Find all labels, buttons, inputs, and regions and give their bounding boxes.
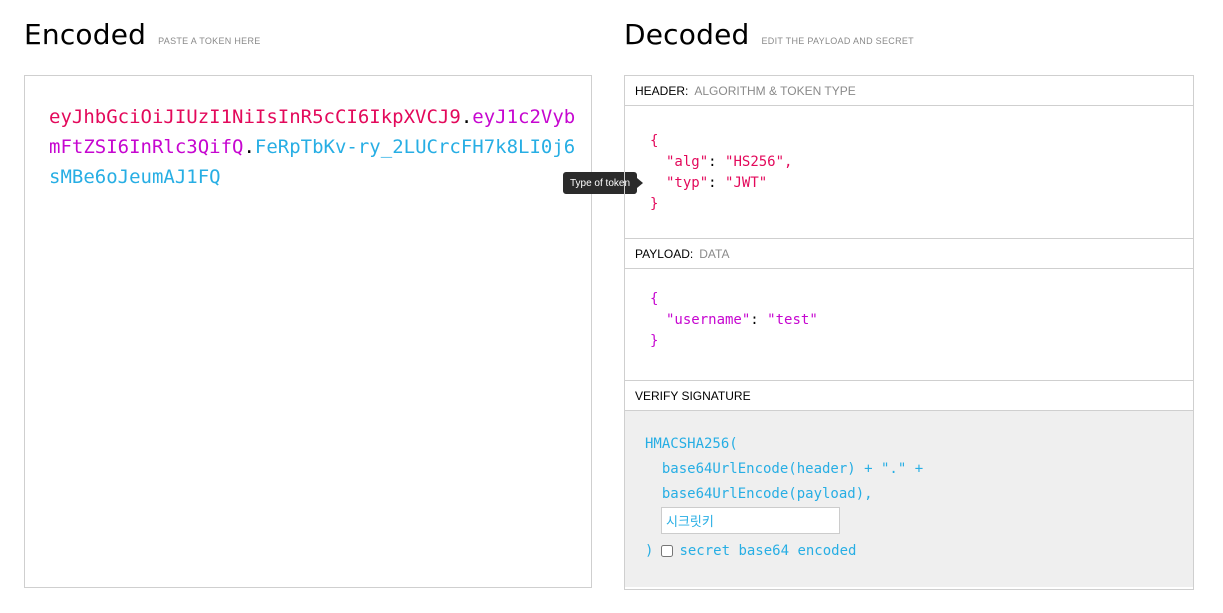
verify-signature-label: VERIFY SIGNATURE [635, 388, 751, 403]
token-separator: . [460, 106, 473, 128]
payload-json-editor[interactable]: { "username": "test" } [625, 269, 1193, 381]
secret-base64-row: ) secret base64 encoded [645, 541, 856, 561]
encoded-title: Encoded [24, 18, 147, 51]
sig-close-paren: ) [645, 543, 654, 559]
token-separator: . [243, 136, 255, 158]
json-line-username: "username": "test" [650, 310, 818, 331]
decoded-title: Decoded [624, 18, 750, 51]
header-label: HEADER: [635, 83, 689, 98]
header-section-label: HEADER: ALGORITHM & TOKEN TYPE [625, 76, 1193, 106]
json-line-typ: "typ": "JWT" [650, 173, 792, 194]
signature-editor: HMACSHA256( base64UrlEncode(header) + ".… [625, 411, 1193, 587]
secret-base64-label[interactable]: secret base64 encoded [679, 543, 856, 559]
json-close-brace: } [650, 196, 659, 212]
sig-header-expr: base64UrlEncode(header) + "." + [645, 461, 924, 477]
json-open-brace: { [650, 291, 659, 307]
secret-input[interactable] [661, 507, 840, 534]
json-value: "JWT" [725, 175, 768, 191]
sig-payload-expr: base64UrlEncode(payload), [645, 486, 873, 502]
token-text[interactable]: eyJhbGciOiJIUzI1NiIsInR5cCI6IkpXVCJ9.eyJ… [49, 102, 579, 192]
payload-section-label: PAYLOAD: DATA [625, 239, 1193, 269]
header-json-editor[interactable]: { "alg": "HS256", "typ": "JWT" } [625, 106, 1193, 239]
json-close-brace: } [650, 333, 659, 349]
json-value: "test" [767, 312, 818, 328]
payload-json[interactable]: { "username": "test" } [650, 289, 818, 352]
json-line-alg: "alg": "HS256", [650, 152, 792, 173]
json-value: "HS256", [725, 154, 793, 170]
json-key: "typ" [666, 175, 709, 191]
json-colon: : [708, 175, 717, 191]
header-label-sub: ALGORITHM & TOKEN TYPE [694, 83, 856, 98]
header-json[interactable]: { "alg": "HS256", "typ": "JWT" } [650, 131, 792, 215]
encoded-heading: Encoded PASTE A TOKEN HERE [24, 18, 261, 51]
encoded-token-editor[interactable]: eyJhbGciOiJIUzI1NiIsInR5cCI6IkpXVCJ9.eyJ… [24, 75, 592, 588]
json-open-brace: { [650, 133, 659, 149]
encoded-subtitle: PASTE A TOKEN HERE [158, 36, 261, 46]
signature-section-label: VERIFY SIGNATURE [625, 381, 1193, 411]
payload-label-sub: DATA [699, 246, 730, 261]
decoded-subtitle: EDIT THE PAYLOAD AND SECRET [761, 36, 914, 46]
json-colon: : [750, 312, 759, 328]
json-key: "alg" [666, 154, 709, 170]
json-key: "username" [666, 312, 751, 328]
token-header-part: eyJhbGciOiJIUzI1NiIsInR5cCI6IkpXVCJ9 [49, 106, 461, 128]
decoded-heading: Decoded EDIT THE PAYLOAD AND SECRET [624, 18, 914, 51]
decoded-panel: HEADER: ALGORITHM & TOKEN TYPE { "alg": … [624, 75, 1194, 590]
payload-label: PAYLOAD: [635, 246, 694, 261]
sig-function-name: HMACSHA256( [645, 436, 738, 452]
secret-base64-checkbox[interactable] [661, 545, 674, 557]
json-colon: : [708, 154, 717, 170]
